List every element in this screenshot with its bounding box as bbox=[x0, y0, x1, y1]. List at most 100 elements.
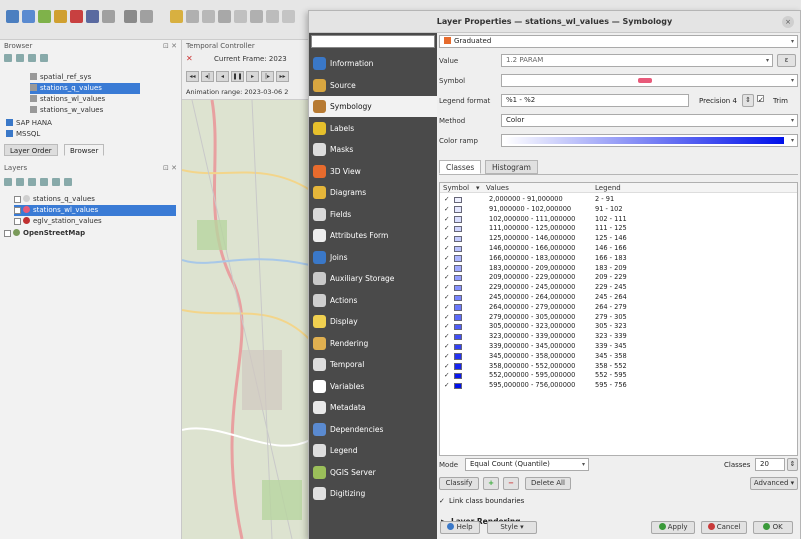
class-legend[interactable]: 229 - 245 bbox=[595, 283, 627, 293]
class-color-swatch[interactable] bbox=[454, 245, 462, 252]
class-color-swatch[interactable] bbox=[454, 225, 462, 233]
class-color-swatch[interactable] bbox=[454, 216, 462, 223]
table-icon[interactable] bbox=[86, 10, 99, 23]
edit-icon[interactable] bbox=[70, 10, 83, 23]
identify-icon[interactable] bbox=[140, 10, 153, 23]
layer-visibility-checkbox[interactable] bbox=[14, 217, 21, 225]
class-checkbox[interactable]: ✓ bbox=[444, 371, 450, 381]
class-checkbox[interactable]: ✓ bbox=[444, 303, 450, 313]
class-row[interactable]: ✓ 2,000000 - 91,000000 2 - 91 bbox=[440, 195, 797, 205]
class-row[interactable]: ✓ 305,000000 - 323,000000 305 - 323 bbox=[440, 322, 797, 332]
class-row[interactable]: ✓ 323,000000 - 339,000000 323 - 339 bbox=[440, 332, 797, 342]
class-row[interactable]: ✓ 358,000000 - 552,000000 358 - 552 bbox=[440, 362, 797, 372]
tab-classes[interactable]: Classes bbox=[439, 160, 482, 174]
class-legend[interactable]: 264 - 279 bbox=[595, 303, 627, 313]
link-boundaries-checkbox[interactable]: ✓ bbox=[439, 497, 445, 505]
cancel-button[interactable]: Cancel bbox=[701, 521, 747, 534]
nav-item-metadata[interactable]: Metadata bbox=[309, 397, 437, 418]
open-styling-icon[interactable] bbox=[4, 178, 12, 186]
class-checkbox[interactable]: ✓ bbox=[444, 205, 450, 215]
properties-icon[interactable] bbox=[40, 54, 48, 62]
help-button[interactable]: Help bbox=[440, 521, 480, 534]
class-legend[interactable]: 305 - 323 bbox=[595, 322, 627, 332]
class-values[interactable]: 146,000000 - 166,000000 bbox=[489, 244, 575, 254]
class-color-swatch[interactable] bbox=[454, 333, 462, 341]
color-ramp-select[interactable]: ▾ bbox=[501, 134, 798, 147]
class-checkbox[interactable]: ✓ bbox=[444, 322, 450, 332]
nav-item-masks[interactable]: Masks bbox=[309, 139, 437, 160]
classify-button[interactable]: Classify bbox=[439, 477, 479, 490]
class-values[interactable]: 183,000000 - 209,000000 bbox=[489, 264, 575, 274]
nav-item-qgis-server[interactable]: QGIS Server bbox=[309, 462, 437, 483]
pencil-icon[interactable] bbox=[170, 10, 183, 23]
legend-format-field[interactable]: %1 - %2 bbox=[501, 94, 689, 107]
class-legend[interactable]: 245 - 264 bbox=[595, 293, 627, 303]
stop-icon[interactable]: ✕ bbox=[186, 54, 193, 63]
browser-item[interactable]: MSSQL bbox=[6, 129, 126, 140]
nav-item-3d-view[interactable]: 3D View bbox=[309, 161, 437, 182]
class-values[interactable]: 125,000000 - 146,000000 bbox=[489, 234, 575, 244]
collapse-icon[interactable] bbox=[28, 54, 36, 62]
class-row[interactable]: ✓ 209,000000 - 229,000000 209 - 229 bbox=[440, 273, 797, 283]
class-row[interactable]: ✓ 91,000000 - 102,000000 91 - 102 bbox=[440, 205, 797, 215]
class-color-swatch[interactable] bbox=[454, 274, 462, 282]
class-values[interactable]: 358,000000 - 552,000000 bbox=[489, 362, 575, 372]
nav-item-fields[interactable]: Fields bbox=[309, 204, 437, 225]
class-checkbox[interactable]: ✓ bbox=[444, 215, 450, 225]
class-checkbox[interactable]: ✓ bbox=[444, 283, 450, 293]
manage-visibility-icon[interactable] bbox=[28, 178, 36, 186]
class-legend[interactable]: 183 - 209 bbox=[595, 264, 627, 274]
class-color-swatch[interactable] bbox=[454, 304, 462, 311]
dock-close-icon[interactable]: ⊡ ✕ bbox=[163, 42, 177, 50]
play-button[interactable]: ▸ bbox=[246, 71, 259, 82]
layer-visibility-checkbox[interactable] bbox=[14, 195, 21, 203]
nav-item-symbology[interactable]: Symbology bbox=[309, 96, 437, 117]
class-color-swatch[interactable] bbox=[454, 284, 462, 292]
class-row[interactable]: ✓ 245,000000 - 264,000000 245 - 264 bbox=[440, 293, 797, 303]
class-row[interactable]: ✓ 111,000000 - 125,000000 111 - 125 bbox=[440, 224, 797, 234]
class-row[interactable]: ✓ 183,000000 - 209,000000 183 - 209 bbox=[440, 264, 797, 274]
renderer-select[interactable]: Graduated ▾ bbox=[439, 35, 798, 48]
expand-all-icon[interactable] bbox=[52, 178, 60, 186]
layer-visibility-checkbox[interactable] bbox=[4, 229, 11, 237]
class-values[interactable]: 339,000000 - 345,000000 bbox=[489, 342, 575, 352]
remove-class-button[interactable]: − bbox=[503, 477, 519, 490]
class-checkbox[interactable]: ✓ bbox=[444, 342, 450, 352]
step-forward-button[interactable]: |▸ bbox=[261, 71, 274, 82]
class-legend[interactable]: 146 - 166 bbox=[595, 244, 627, 254]
rewind-button[interactable]: ◂◂ bbox=[186, 71, 199, 82]
play-back-button[interactable]: ◂ bbox=[216, 71, 229, 82]
class-checkbox[interactable]: ✓ bbox=[444, 381, 450, 391]
nav-item-rendering[interactable]: Rendering bbox=[309, 333, 437, 354]
class-row[interactable]: ✓ 125,000000 - 146,000000 125 - 146 bbox=[440, 234, 797, 244]
class-values[interactable]: 345,000000 - 358,000000 bbox=[489, 352, 575, 362]
map-canvas[interactable] bbox=[182, 100, 310, 539]
class-checkbox[interactable]: ✓ bbox=[444, 293, 450, 303]
measure-icon[interactable] bbox=[202, 10, 215, 23]
tab-histogram[interactable]: Histogram bbox=[485, 160, 538, 174]
nav-item-diagrams[interactable]: Diagrams bbox=[309, 182, 437, 203]
select-icon[interactable] bbox=[102, 10, 115, 23]
class-values[interactable]: 595,000000 - 756,000000 bbox=[489, 381, 575, 391]
class-checkbox[interactable]: ✓ bbox=[444, 234, 450, 244]
add-vector-icon[interactable] bbox=[38, 10, 51, 23]
label-tool-icon[interactable] bbox=[234, 10, 247, 23]
node-tool-icon[interactable] bbox=[186, 10, 199, 23]
class-checkbox[interactable]: ✓ bbox=[444, 254, 450, 264]
class-row[interactable]: ✓ 229,000000 - 245,000000 229 - 245 bbox=[440, 283, 797, 293]
filter-legend-icon[interactable] bbox=[40, 178, 48, 186]
nav-item-temporal[interactable]: Temporal bbox=[309, 354, 437, 375]
class-checkbox[interactable]: ✓ bbox=[444, 352, 450, 362]
nav-item-source[interactable]: Source bbox=[309, 75, 437, 96]
class-color-swatch[interactable] bbox=[454, 323, 462, 331]
class-legend[interactable]: 279 - 305 bbox=[595, 313, 627, 323]
layer-item[interactable]: OpenStreetMap bbox=[4, 228, 176, 239]
fast-forward-button[interactable]: ▸▸ bbox=[276, 71, 289, 82]
advanced-button[interactable]: Advanced ▾ bbox=[750, 477, 798, 490]
class-checkbox[interactable]: ✓ bbox=[444, 273, 450, 283]
class-values[interactable]: 102,000000 - 111,000000 bbox=[489, 215, 575, 225]
symbol-button[interactable]: ▾ bbox=[501, 74, 798, 87]
nav-item-attributes-form[interactable]: Attributes Form bbox=[309, 225, 437, 246]
nav-item-information[interactable]: Information bbox=[309, 53, 437, 74]
tab-browser[interactable]: Browser bbox=[64, 144, 105, 156]
